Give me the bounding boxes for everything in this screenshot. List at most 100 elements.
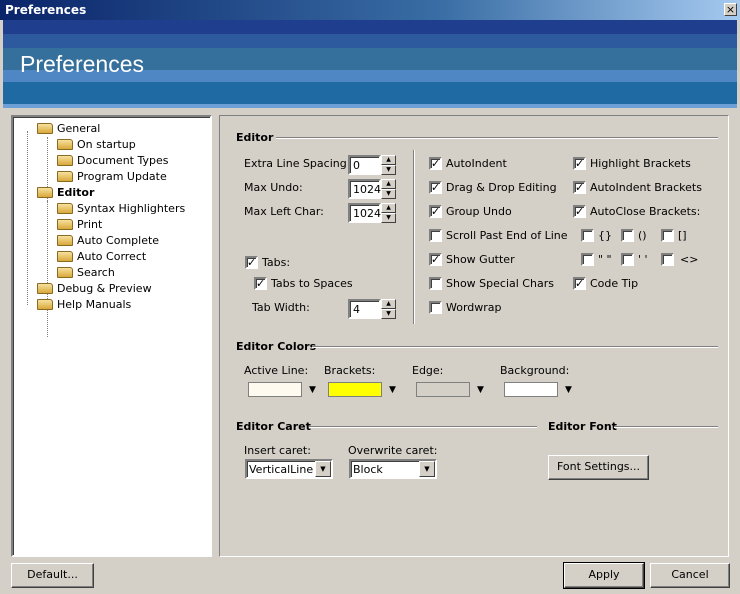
brackets-color-label: Brackets: (324, 364, 376, 377)
bracket-angle-checkbox[interactable] (661, 253, 674, 266)
category-tree[interactable]: General On startup Document Types Progra… (11, 115, 212, 557)
banner-title: Preferences (20, 51, 145, 77)
folder-icon (57, 154, 73, 166)
drag-drop-checkbox[interactable]: ✓ (429, 181, 442, 194)
bracket-angle-label: <> (680, 253, 699, 266)
tree-item-on-startup[interactable]: On startup (57, 138, 136, 154)
banner-divider (3, 104, 737, 108)
spin-down-icon[interactable]: ▼ (381, 189, 396, 199)
insert-caret-value: VerticalLine (249, 463, 314, 476)
autoclose-brackets-checkbox[interactable]: ✓ (573, 205, 586, 218)
dropdown-arrow-icon[interactable]: ▼ (477, 385, 484, 395)
max-left-char-label: Max Left Char: (244, 205, 324, 218)
section-editor-colors: Editor Colors (236, 340, 317, 353)
font-settings-button[interactable]: Font Settings... (548, 455, 649, 480)
tab-width-input[interactable]: 4 (348, 299, 381, 319)
show-special-checkbox[interactable] (429, 277, 442, 290)
tree-item-editor[interactable]: Editor (37, 186, 94, 202)
tree-item-program-update[interactable]: Program Update (57, 170, 167, 186)
bracket-curly-label: {} (598, 229, 612, 242)
tree-connector (47, 201, 48, 337)
tree-item-syntax-highlighters[interactable]: Syntax Highlighters (57, 202, 185, 218)
extra-line-spacing-spinner[interactable]: 0 ▲ ▼ (348, 155, 396, 175)
dropdown-arrow-icon[interactable]: ▼ (309, 385, 316, 395)
cancel-button[interactable]: Cancel (650, 563, 730, 588)
close-icon[interactable]: × (724, 3, 737, 16)
extra-line-spacing-input[interactable]: 0 (348, 155, 381, 175)
tree-connector (27, 131, 28, 305)
tree-item-debug-preview[interactable]: Debug & Preview (37, 282, 152, 298)
code-tip-checkbox[interactable]: ✓ (573, 277, 586, 290)
wordwrap-label: Wordwrap (446, 301, 502, 314)
overwrite-caret-label: Overwrite caret: (348, 444, 438, 457)
folder-icon (57, 250, 73, 262)
tree-item-auto-correct[interactable]: Auto Correct (57, 250, 146, 266)
bracket-paren-checkbox[interactable] (621, 229, 634, 242)
section-divider (276, 137, 718, 139)
bracket-square-checkbox[interactable] (661, 229, 674, 242)
max-left-char-input[interactable]: 1024 (348, 203, 381, 223)
folder-icon (37, 186, 53, 198)
max-undo-label: Max Undo: (244, 181, 303, 194)
section-divider (614, 426, 718, 428)
spin-up-icon[interactable]: ▲ (381, 203, 396, 213)
spin-down-icon[interactable]: ▼ (381, 165, 396, 175)
bracket-curly-checkbox[interactable] (581, 229, 594, 242)
spin-down-icon[interactable]: ▼ (381, 213, 396, 223)
tabs-checkbox[interactable]: ✓ (245, 256, 258, 269)
tab-width-spinner[interactable]: 4 ▲ ▼ (348, 299, 396, 319)
section-editor-caret: Editor Caret (236, 420, 311, 433)
edge-color-label: Edge: (412, 364, 444, 377)
brackets-color-swatch[interactable] (328, 382, 382, 397)
group-undo-checkbox[interactable]: ✓ (429, 205, 442, 218)
max-undo-input[interactable]: 1024 (348, 179, 381, 199)
chevron-down-icon[interactable]: ▼ (315, 461, 331, 477)
default-button[interactable]: Default... (11, 563, 94, 588)
tree-item-general[interactable]: General (37, 122, 100, 138)
highlight-brackets-checkbox[interactable]: ✓ (573, 157, 586, 170)
tab-width-label: Tab Width: (252, 301, 310, 314)
tree-item-print[interactable]: Print (57, 218, 102, 234)
autoindent-brackets-checkbox[interactable]: ✓ (573, 181, 586, 194)
edge-color-swatch[interactable] (416, 382, 470, 397)
code-tip-label: Code Tip (590, 277, 639, 290)
bracket-square-label: [] (678, 229, 687, 242)
overwrite-caret-select[interactable]: Block ▼ (349, 459, 437, 479)
insert-caret-select[interactable]: VerticalLine ▼ (245, 459, 333, 479)
autoclose-brackets-label: AutoClose Brackets: (590, 205, 701, 218)
scroll-past-label: Scroll Past End of Line (446, 229, 568, 242)
active-line-swatch[interactable] (248, 382, 302, 397)
tree-item-auto-complete[interactable]: Auto Complete (57, 234, 159, 250)
active-line-label: Active Line: (244, 364, 309, 377)
scroll-past-checkbox[interactable] (429, 229, 442, 242)
tree-item-help-manuals[interactable]: Help Manuals (37, 298, 131, 314)
tabs-to-spaces-checkbox[interactable]: ✓ (254, 277, 267, 290)
folder-icon (57, 202, 73, 214)
window-title: Preferences (5, 3, 87, 17)
spin-up-icon[interactable]: ▲ (381, 179, 396, 189)
dropdown-arrow-icon[interactable]: ▼ (389, 385, 396, 395)
tree-item-document-types[interactable]: Document Types (57, 154, 168, 170)
folder-icon (37, 282, 53, 294)
spin-up-icon[interactable]: ▲ (381, 155, 396, 165)
group-undo-label: Group Undo (446, 205, 512, 218)
tree-item-search[interactable]: Search (57, 266, 115, 282)
autoindent-label: AutoIndent (446, 157, 507, 170)
chevron-down-icon[interactable]: ▼ (419, 461, 435, 477)
tabs-to-spaces-label: Tabs to Spaces (271, 277, 353, 290)
autoindent-checkbox[interactable]: ✓ (429, 157, 442, 170)
bracket-dquote-checkbox[interactable] (581, 253, 594, 266)
max-undo-spinner[interactable]: 1024 ▲ ▼ (348, 179, 396, 199)
spin-down-icon[interactable]: ▼ (381, 309, 396, 319)
bracket-squote-label: ' ' (638, 253, 648, 266)
apply-button[interactable]: Apply (563, 562, 645, 589)
bracket-squote-checkbox[interactable] (621, 253, 634, 266)
extra-line-spacing-label: Extra Line Spacing: (244, 157, 351, 170)
background-color-swatch[interactable] (504, 382, 558, 397)
title-bar: Preferences × (0, 0, 740, 20)
max-left-char-spinner[interactable]: 1024 ▲ ▼ (348, 203, 396, 223)
wordwrap-checkbox[interactable] (429, 301, 442, 314)
spin-up-icon[interactable]: ▲ (381, 299, 396, 309)
show-gutter-checkbox[interactable]: ✓ (429, 253, 442, 266)
dropdown-arrow-icon[interactable]: ▼ (565, 385, 572, 395)
